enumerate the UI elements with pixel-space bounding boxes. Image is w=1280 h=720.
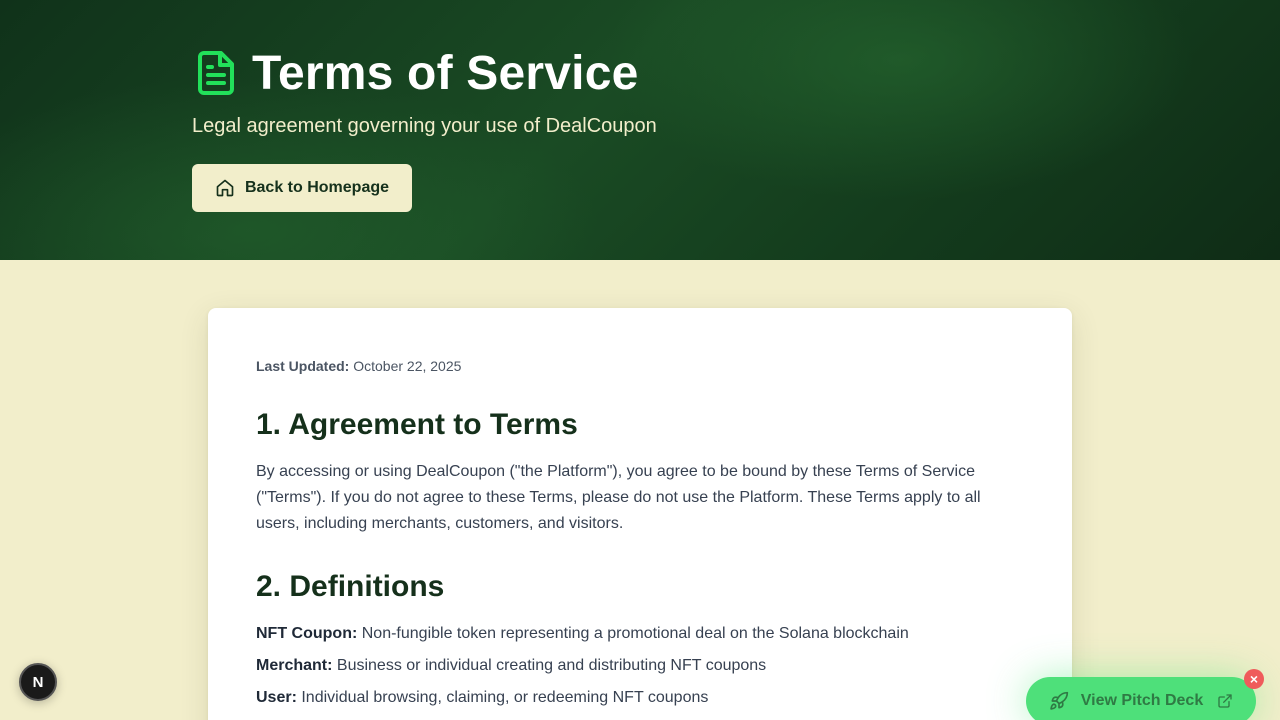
dev-tools-badge[interactable]: N (19, 663, 57, 701)
section-heading-agreement: 1. Agreement to Terms (256, 408, 578, 441)
view-pitch-deck-button[interactable]: View Pitch Deck (1026, 677, 1256, 720)
definition-item: User: Individual browsing, claiming, or … (256, 689, 708, 707)
definition-text: Business or individual creating and dist… (336, 657, 767, 674)
page-subtitle: Legal agreement governing your use of De… (192, 115, 657, 137)
pitch-button-label: View Pitch Deck (1080, 692, 1204, 709)
page-title: Terms of Service (252, 46, 639, 100)
definition-text: Individual browsing, claiming, or redeem… (301, 689, 709, 706)
terms-card: Last Updated: October 22, 2025 1. Agreem… (208, 308, 1072, 720)
last-updated: Last Updated: October 22, 2025 (256, 358, 461, 374)
definition-term: NFT Coupon: (256, 625, 358, 642)
home-icon (216, 179, 234, 197)
definition-term: Merchant: (256, 657, 333, 674)
back-to-homepage-button[interactable]: Back to Homepage (192, 164, 412, 212)
section-paragraph-agreement: By accessing or using DealCoupon ("the P… (256, 463, 981, 532)
close-pitch-button[interactable]: × (1244, 669, 1264, 689)
last-updated-value: October 22, 2025 (353, 358, 462, 374)
definition-term: User: (256, 689, 297, 706)
hero-header: Terms of Service Legal agreement governi… (0, 0, 1280, 260)
definition-item: Merchant: Business or individual creatin… (256, 657, 766, 675)
external-link-icon (1218, 694, 1232, 708)
last-updated-label: Last Updated: (256, 358, 350, 374)
definition-text: Non-fungible token representing a promot… (361, 625, 909, 642)
title-row: Terms of Service (192, 46, 639, 100)
section-heading-definitions: 2. Definitions (256, 570, 445, 603)
definition-item: NFT Coupon: Non-fungible token represent… (256, 625, 909, 643)
file-text-icon (198, 51, 234, 95)
back-button-label: Back to Homepage (244, 179, 390, 196)
rocket-icon (1050, 691, 1068, 710)
